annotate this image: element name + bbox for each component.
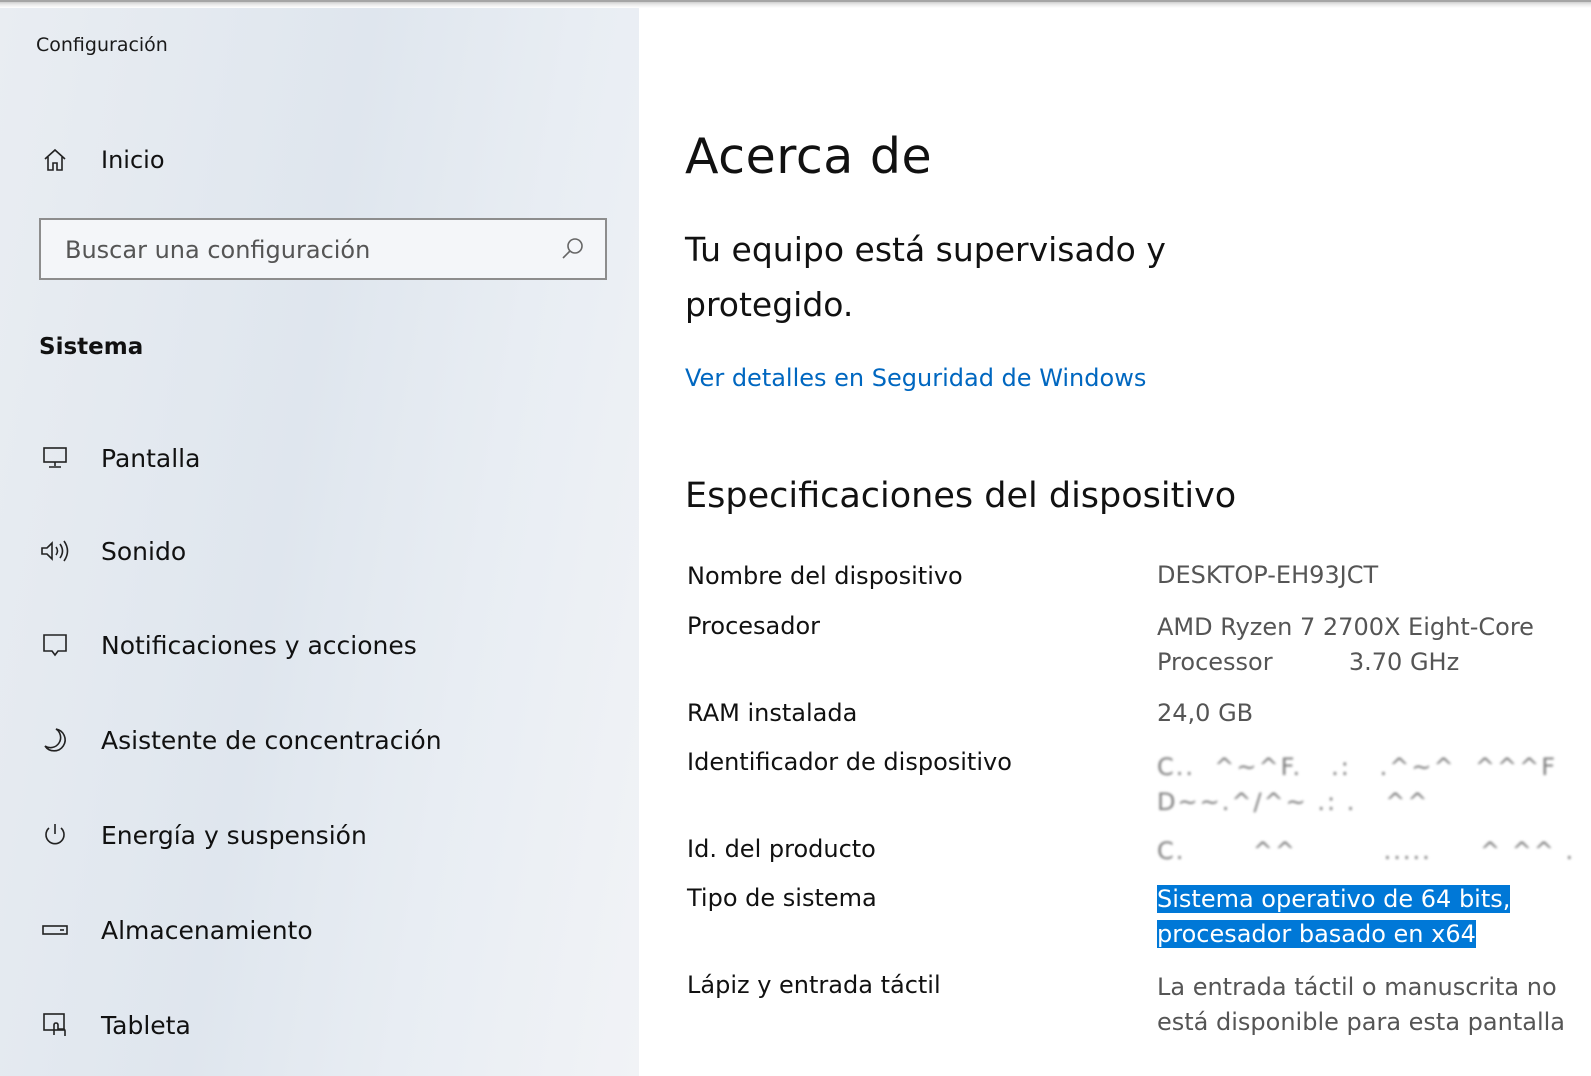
spec-value-device-name[interactable]: DESKTOP-EH93JCT	[1157, 558, 1587, 593]
sidebar-item-tablet[interactable]: Tableta	[0, 993, 639, 1057]
security-status-line: protegido.	[685, 285, 854, 324]
spec-label-product-id: Id. del producto	[687, 835, 876, 863]
spec-value-line: AMD Ryzen 7 2700X Eight-Core	[1157, 613, 1534, 641]
speaker-icon	[37, 533, 73, 569]
spec-label-device-name: Nombre del dispositivo	[687, 562, 963, 590]
selected-text: Sistema operativo de 64 bits,	[1157, 885, 1511, 913]
main-content: Acerca de Tu equipo está supervisado y p…	[639, 8, 1591, 1076]
app-title: Configuración	[36, 34, 168, 56]
spec-value-device-id[interactable]: C.. ^~^F. .: .^~^ ^^^F D~~.^/^~ .: . ^^	[1157, 750, 1587, 820]
moon-icon	[37, 722, 73, 758]
home-icon	[37, 142, 73, 178]
sidebar-item-home[interactable]: Inicio	[0, 128, 639, 192]
sidebar-item-focus-assist[interactable]: Asistente de concentración	[0, 708, 639, 772]
spec-value-line: C.. ^~^F. .: .^~^ ^^^F	[1157, 753, 1558, 781]
sidebar-item-label: Pantalla	[101, 443, 201, 473]
security-status: Tu equipo está supervisado y protegido.	[685, 222, 1285, 332]
section-title: Sistema	[39, 334, 144, 360]
spec-value-line: está disponible para esta pantalla	[1157, 1008, 1565, 1036]
sidebar-item-storage[interactable]: Almacenamiento	[0, 898, 639, 962]
spec-value-ram[interactable]: 24,0 GB	[1157, 696, 1587, 731]
spec-value-line: D~~.^/^~ .: . ^^	[1157, 788, 1430, 816]
search-box[interactable]	[39, 218, 607, 280]
sidebar-item-label: Tableta	[101, 1010, 191, 1040]
spec-label-pen-touch: Lápiz y entrada táctil	[687, 971, 941, 999]
sidebar: Configuración Inicio Sistema Pantalla	[0, 8, 639, 1076]
spec-value-product-id[interactable]: C. ^^ ..... ^ ^^ .	[1157, 834, 1587, 869]
window-top-border	[0, 0, 1591, 8]
spec-value-line: Processor 3.70 GHz	[1157, 648, 1460, 676]
tablet-icon	[37, 1007, 73, 1043]
sidebar-item-label: Energía y suspensión	[101, 820, 367, 850]
notification-icon	[37, 627, 73, 663]
spec-value-system-type[interactable]: Sistema operativo de 64 bits, procesador…	[1157, 882, 1587, 952]
sidebar-item-label: Asistente de concentración	[101, 725, 442, 755]
sidebar-item-label: Sonido	[101, 536, 187, 566]
sidebar-item-sound[interactable]: Sonido	[0, 519, 639, 583]
spec-label-ram: RAM instalada	[687, 699, 858, 727]
power-icon	[37, 817, 73, 853]
sidebar-item-label: Almacenamiento	[101, 915, 313, 945]
sidebar-item-notifications[interactable]: Notificaciones y acciones	[0, 613, 639, 677]
selected-text: procesador basado en x64	[1157, 920, 1476, 948]
sidebar-item-display[interactable]: Pantalla	[0, 426, 639, 490]
spec-value-pen-touch[interactable]: La entrada táctil o manuscrita no está d…	[1157, 970, 1587, 1040]
spec-value-processor[interactable]: AMD Ryzen 7 2700X Eight-Core Processor 3…	[1157, 610, 1587, 680]
sidebar-item-label: Inicio	[101, 146, 165, 174]
spec-value-line: La entrada táctil o manuscrita no	[1157, 973, 1557, 1001]
sidebar-item-power[interactable]: Energía y suspensión	[0, 803, 639, 867]
sidebar-item-label: Notificaciones y acciones	[101, 630, 417, 660]
spec-label-processor: Procesador	[687, 612, 821, 640]
security-status-line: Tu equipo está supervisado y	[685, 230, 1166, 269]
search-input[interactable]	[63, 230, 537, 270]
search-icon[interactable]	[559, 235, 587, 263]
page-title: Acerca de	[685, 128, 933, 185]
monitor-icon	[37, 440, 73, 476]
spec-label-device-id: Identificador de dispositivo	[687, 748, 1012, 776]
device-specs-heading: Especificaciones del dispositivo	[685, 476, 1237, 516]
storage-icon	[37, 912, 73, 948]
spec-label-system-type: Tipo de sistema	[687, 884, 877, 912]
windows-security-link[interactable]: Ver detalles en Seguridad de Windows	[685, 364, 1146, 392]
